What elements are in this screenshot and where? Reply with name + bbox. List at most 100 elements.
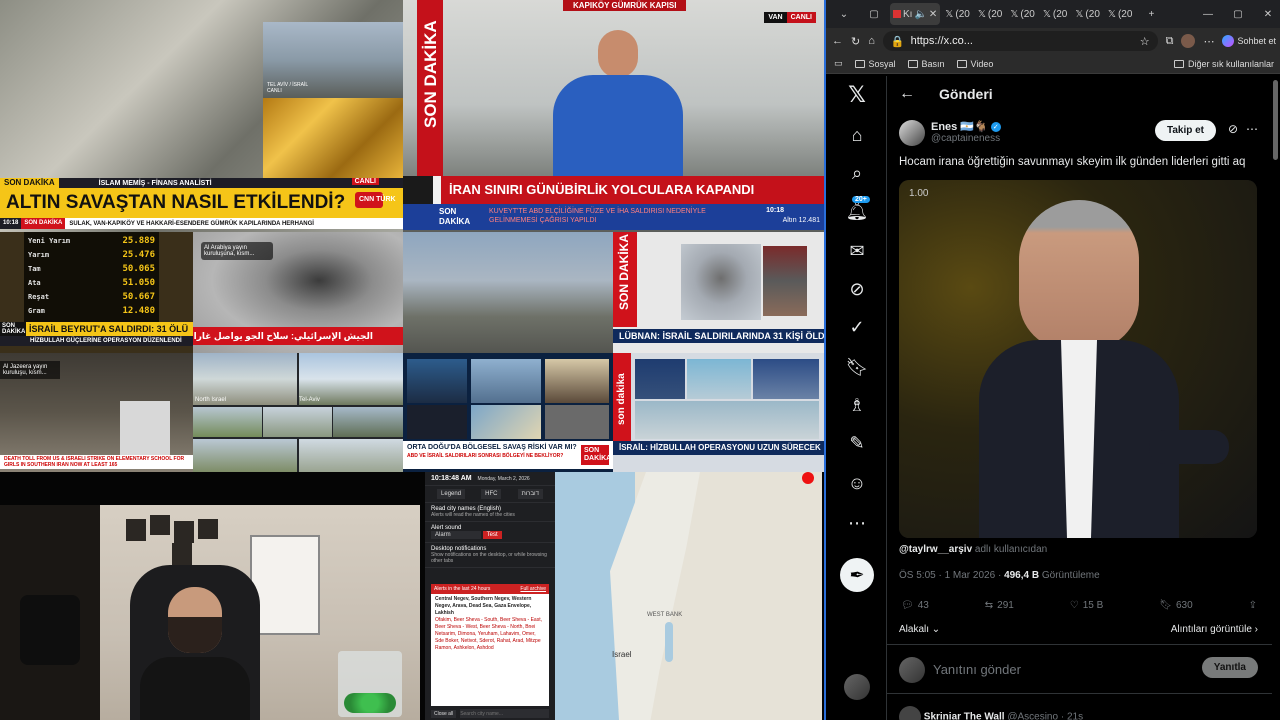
x-logo-icon: 𝕏 (977, 8, 986, 20)
workspaces-button[interactable]: ▢ (860, 3, 888, 25)
home-icon[interactable]: ⌂ (844, 122, 870, 148)
relevance-dropdown[interactable]: Alakalı ⌄ (899, 624, 940, 635)
gold-price-value: 12.480 (122, 306, 155, 316)
account-avatar[interactable] (844, 674, 870, 700)
reply-button[interactable]: 💬︎ 43 (901, 600, 929, 611)
en-ticker: DEATH TOLL FROM US & ISRAELI STRIKE ON E… (4, 456, 185, 468)
israel-cams-stream[interactable]: North Israel Tel-Aviv (193, 353, 403, 472)
sozcu-stream[interactable]: SON DAKİKA LÜBNAN: İSRAİL SALDIRILARINDA… (613, 232, 824, 353)
alert-sound-select[interactable]: Alarm (431, 531, 481, 539)
messages-icon[interactable]: ✉ (844, 238, 870, 264)
new-tab-button[interactable]: + (1137, 3, 1165, 25)
articles-icon[interactable]: ✎ (844, 430, 870, 456)
bookmark-button[interactable]: 🔖︎ 630 (1159, 600, 1192, 611)
haberturk-stream[interactable]: Yeni Yarım 25.889 Yarım 25.476 Tam 50.065 Ata 5… (0, 232, 193, 353)
view-quotes-link[interactable]: Alıntıları görüntüle › (1171, 624, 1258, 635)
next-reply-avatar[interactable] (899, 706, 921, 720)
home-icon[interactable]: ⌂ (868, 35, 875, 47)
credit-user[interactable]: @taylrw__arşiv (899, 544, 972, 555)
search-icon[interactable]: ⌕ (844, 160, 870, 186)
post-timestamp[interactable]: ÖS 5:05 · 1 Mar 2026 · (899, 570, 1004, 581)
reading-icon[interactable]: ▭ (834, 58, 843, 69)
jobs-icon[interactable]: ♗ (844, 392, 870, 418)
x-logo-icon[interactable]: 𝕏 (844, 82, 870, 108)
maximize-button[interactable]: ▢ (1224, 3, 1252, 25)
bookmark-basin[interactable]: Basın (907, 59, 945, 69)
cnnturk-stream[interactable]: TEL AVİV / İSRAİL CANLI SON DAKİKA İSLAM… (0, 0, 403, 232)
tab-hebrew[interactable]: דוברות (517, 489, 543, 499)
tab-1[interactable]: 𝕏 (20 (942, 3, 973, 25)
bookmark-label: Video (970, 58, 994, 69)
tab-legend[interactable]: Legend (437, 489, 466, 499)
refresh-icon[interactable]: ↻ (851, 35, 860, 48)
tab-2[interactable]: 𝕏 (20 (975, 3, 1006, 25)
more-icon[interactable]: ⋯ (844, 510, 870, 536)
profile-avatar[interactable] (1181, 34, 1196, 48)
post-video[interactable]: 1.00 (899, 180, 1257, 538)
x-logo-icon: 𝕏 (1075, 8, 1084, 20)
tab-4[interactable]: 𝕏 (20 (1040, 3, 1071, 25)
tab-favicon-icon (893, 10, 901, 18)
url-box[interactable]: 🔒 https://x.co... ☆ (882, 31, 1158, 51)
back-arrow-icon[interactable]: ← (899, 85, 915, 103)
close-window-button[interactable]: ✕ (1254, 3, 1280, 25)
post-button[interactable]: ✒ (840, 558, 874, 592)
bookmark-sosyal[interactable]: Sosyal (854, 59, 896, 69)
back-icon[interactable]: ← (832, 35, 843, 47)
full-archive-link[interactable]: Full archive (520, 586, 546, 592)
next-user-handle: @Ascesino · 21s (1007, 711, 1084, 720)
share-button[interactable]: ⇪ (1249, 600, 1257, 611)
repost-button[interactable]: ⇆ 291 (985, 600, 1014, 611)
aljazeera-stream[interactable]: Al Jazeera yayın kuruluşu, kısm... DEATH… (0, 353, 193, 472)
map-alert-dot[interactable] (802, 472, 814, 484)
like-button[interactable]: ♡ 15 B (1070, 600, 1104, 611)
follow-button[interactable]: Takip et (1154, 120, 1216, 141)
reply-button-submit[interactable]: Yanıtla (1201, 657, 1258, 678)
x-post-column: ← Gönderi Enes 🇦🇷🐐 ✓ @captaineness Takip… (886, 76, 1272, 720)
alert-test-button[interactable]: Test (482, 531, 502, 539)
next-user-name[interactable]: Skriniar The Wall (924, 712, 1005, 720)
tab-3[interactable]: 𝕏 (20 (1007, 3, 1038, 25)
dead-sea (665, 622, 673, 662)
tab-5[interactable]: 𝕏 (20 (1072, 3, 1103, 25)
close-all-button[interactable]: Close all (431, 709, 457, 718)
page-scrollbar[interactable] (1273, 80, 1278, 160)
city-search-input[interactable] (460, 709, 549, 718)
bookmarks-icon[interactable]: 🔖︎ (844, 354, 870, 380)
tab-hfc[interactable]: HFC (481, 489, 502, 499)
favorite-star-icon[interactable]: ☆ (1140, 35, 1150, 48)
minimize-button[interactable]: — (1194, 3, 1222, 25)
ntv-location: VAN (764, 12, 787, 23)
tab-menu-button[interactable]: ⌄ (830, 3, 858, 25)
sondakika-stream[interactable]: son dakika İSRAİL: HİZBULLAH OPERASYONU … (613, 353, 824, 472)
like-count: 15 B (1082, 600, 1104, 611)
telaviv-skyline-stream[interactable] (403, 232, 613, 353)
grok-icon[interactable]: ⊘ (844, 276, 870, 302)
notifications-icon[interactable]: 🔔︎ 20+ (844, 196, 870, 224)
reply-input[interactable]: Yanıtını gönder (933, 662, 1021, 677)
extensions-icon[interactable]: ⧉ (1166, 35, 1174, 48)
grok-explain-icon[interactable]: ⊘ (1228, 122, 1238, 136)
ntv-live: CANLI (786, 12, 816, 23)
author-handle[interactable]: @captaineness (931, 133, 1001, 144)
cnn-inset-live: CANLI (267, 88, 282, 94)
other-bookmarks[interactable]: Diğer sık kullanılanlar (1173, 59, 1274, 69)
bookmark-video[interactable]: Video (956, 58, 994, 69)
close-icon[interactable]: ✕ (929, 9, 937, 20)
gold-price-label: Reşat (28, 293, 50, 301)
tab-0[interactable]: Kı 🔈 ✕ (890, 3, 941, 25)
copilot-chat-button[interactable]: Sohbet et (1222, 35, 1276, 47)
author-avatar[interactable] (899, 120, 925, 146)
trt-haber-stream[interactable]: ORTA DOĞU'DA BÖLGESEL SAVAŞ RİSKİ VAR MI… (403, 353, 613, 472)
author-name[interactable]: Enes 🇦🇷🐐 (931, 120, 988, 133)
gold-price-value: 51.050 (122, 278, 155, 288)
communities-check-icon[interactable]: ✓ (844, 314, 870, 340)
alert-map[interactable]: Israel WEST BANK (555, 472, 822, 720)
ntv-stream[interactable]: SON DAKİKA KAPIKÖY GÜMRÜK KAPISI VAN CAN… (403, 0, 824, 232)
more-menu-icon[interactable]: ⋯ (1203, 35, 1214, 48)
tab-6[interactable]: 𝕏 (20 (1105, 3, 1136, 25)
profile-icon[interactable]: ☺ (844, 470, 870, 496)
alarabiya-stream[interactable]: Al Arabiya yayın kuruluşuna, kısm... الج… (193, 232, 403, 353)
post-more-icon[interactable]: ⋯ (1246, 122, 1258, 136)
x-logo-icon: 𝕏 (1107, 8, 1116, 20)
